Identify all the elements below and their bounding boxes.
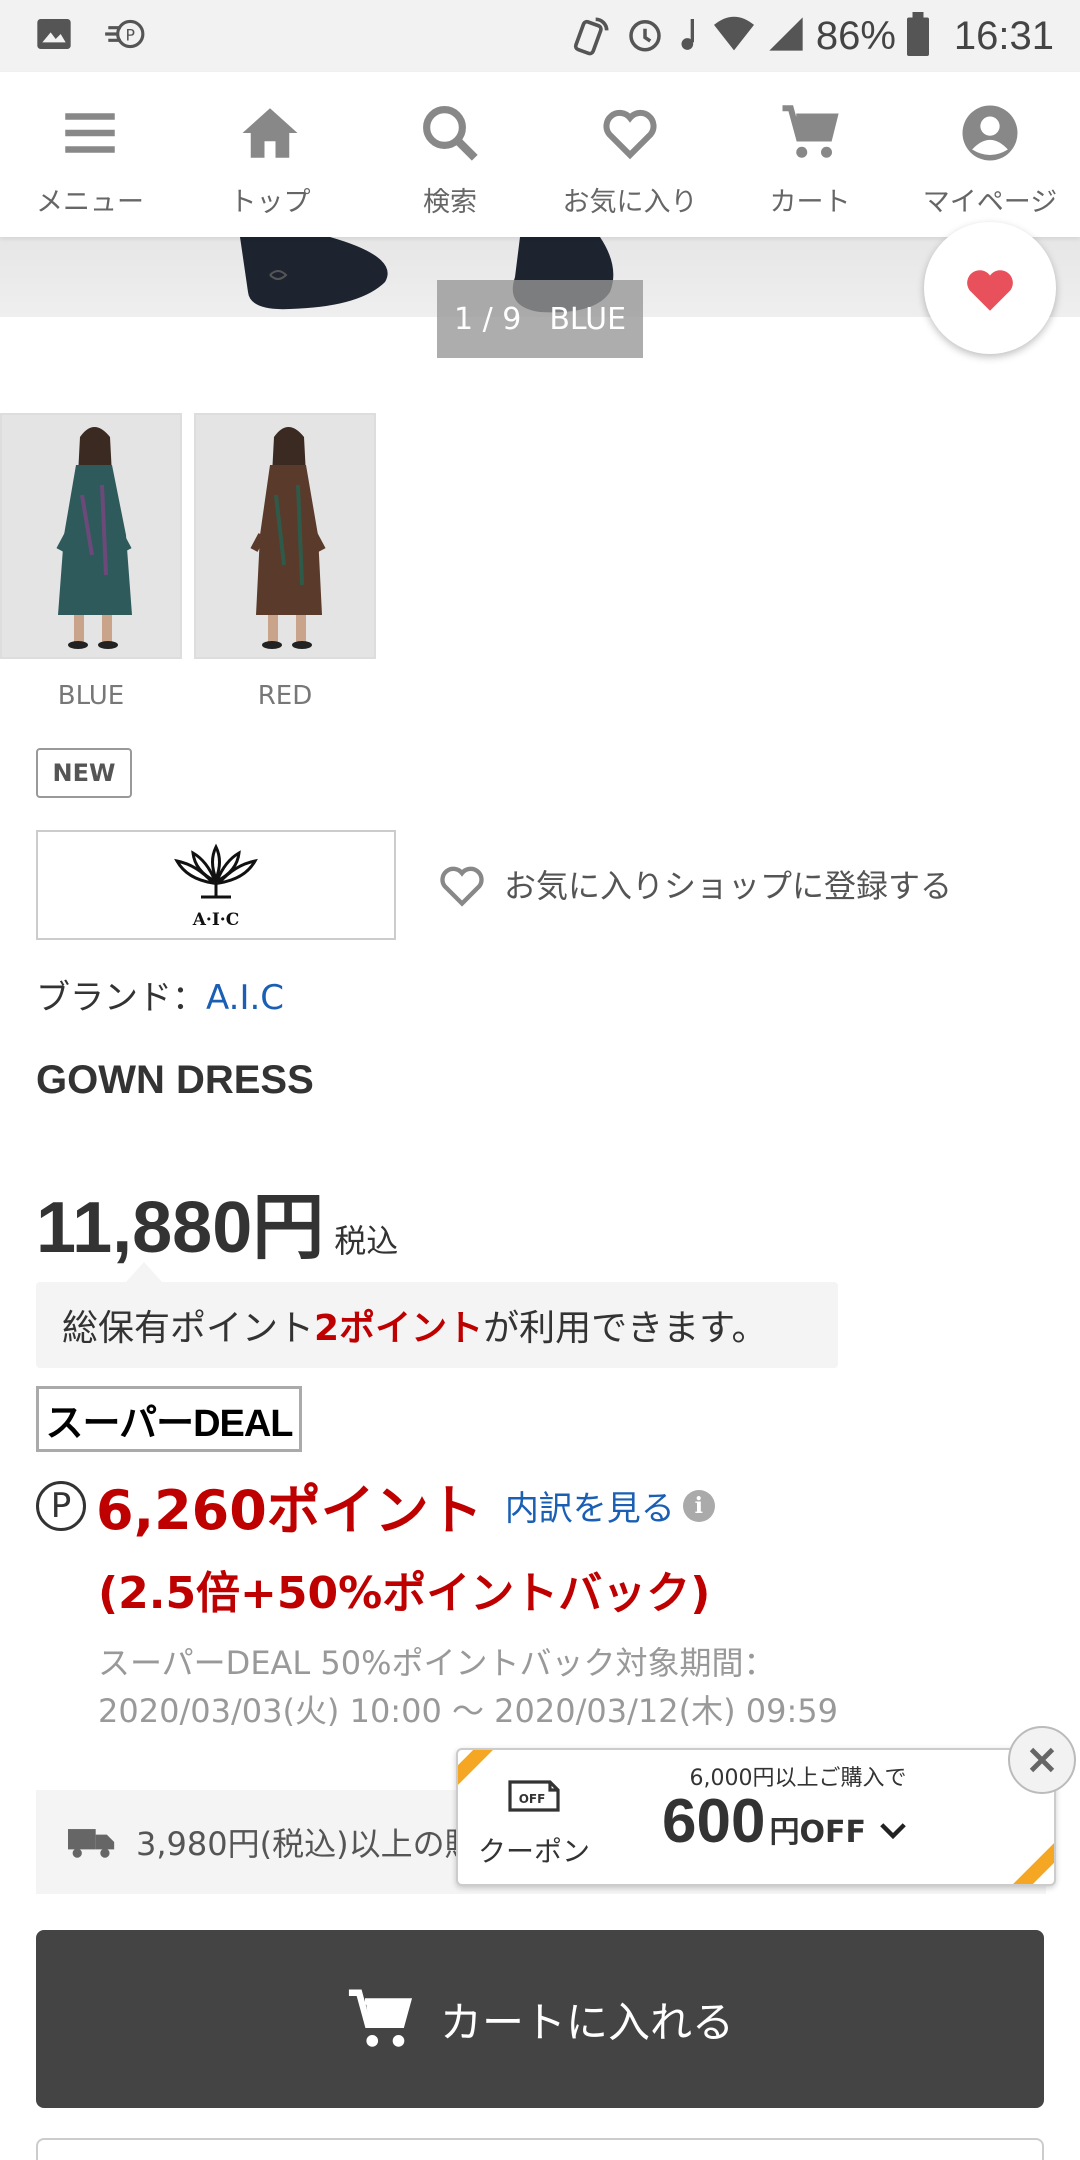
coupon-label: クーポン xyxy=(477,1835,590,1868)
coupon-amount-unit: 円OFF xyxy=(769,1815,866,1850)
nav-top-label: トップ xyxy=(229,187,311,218)
nav-mypage[interactable]: マイページ xyxy=(900,72,1080,237)
pager-color: BLUE xyxy=(549,301,627,337)
super-deal-badge: スーパーDEAL xyxy=(36,1386,302,1452)
menu-icon xyxy=(65,113,115,153)
gallery-icon xyxy=(34,14,74,58)
status-bar: P 86% 16:31 xyxy=(0,0,1080,72)
shipping-text: 3,980円(税込)以上の購 xyxy=(136,1825,477,1863)
nav-cart[interactable]: カート xyxy=(720,72,900,237)
price: 11,880円 税込 xyxy=(36,1168,398,1273)
product-title: GOWN DRESS xyxy=(36,1058,314,1102)
heart-icon xyxy=(603,109,657,160)
svg-text:OFF: OFF xyxy=(519,1792,546,1806)
chevron-down-icon[interactable] xyxy=(878,1820,908,1842)
thumbnail-blue[interactable]: BLUE xyxy=(0,413,182,711)
favorite-button[interactable] xyxy=(924,222,1056,354)
cart-icon xyxy=(782,105,839,158)
price-amount: 11,880円 xyxy=(36,1188,325,1268)
nav-cart-label: カート xyxy=(769,187,851,218)
favorite-shop-link[interactable]: お気に入りショップに登録する xyxy=(436,860,952,908)
thumbnail-label: RED xyxy=(257,681,313,711)
point-icon: P xyxy=(36,1480,86,1531)
nav-favorites-label: お気に入り xyxy=(562,187,698,218)
payment-icon: P xyxy=(102,14,146,58)
breakdown-label: 内訳を見る xyxy=(504,1489,675,1529)
next-section-button[interactable] xyxy=(36,2138,1044,2160)
svg-text:P: P xyxy=(126,25,135,44)
top-navigation: メニュー トップ 検索 お気に入り カート マイページ xyxy=(0,72,1080,237)
deal-period: スーパーDEAL 50%ポイントバック対象期間： 2020/03/03(火) 1… xyxy=(98,1639,838,1735)
deal-multiplier: (2.5倍+50%ポイントバック) xyxy=(98,1568,711,1619)
alarm-icon xyxy=(624,13,666,59)
thumbnail-image xyxy=(194,413,376,659)
coupon-stripe xyxy=(997,1828,1054,1884)
clock: 16:31 xyxy=(953,13,1054,58)
brand-line: ブランド：A.I.C xyxy=(36,970,284,1019)
deal-points-value: 6,260ポイント xyxy=(96,1479,483,1542)
battery-percent: 86% xyxy=(815,13,896,58)
nfc-icon xyxy=(570,10,614,62)
breakdown-link[interactable]: 内訳を見る i xyxy=(505,1481,715,1530)
coupon-close-button[interactable] xyxy=(1008,1726,1076,1794)
available-points-box: 総保有ポイント 2ポイント が利用できます。 xyxy=(36,1262,838,1368)
deal-period-dates: 2020/03/03(火) 10:00 〜 2020/03/12(木) 09:5… xyxy=(98,1692,838,1730)
coupon-amount: 600 円OFF xyxy=(662,1786,908,1857)
add-to-cart-label: カートに入れる xyxy=(439,1997,734,2047)
nav-favorites[interactable]: お気に入り xyxy=(540,72,720,237)
brand-link[interactable]: A.I.C xyxy=(206,978,284,1018)
thumbnail-label: BLUE xyxy=(57,681,125,711)
battery-icon xyxy=(906,12,930,60)
home-icon xyxy=(242,108,298,158)
pager-count: 1 / 9 xyxy=(453,301,522,337)
nav-top[interactable]: トップ xyxy=(180,72,360,237)
add-to-cart-button[interactable]: カートに入れる xyxy=(36,1930,1044,2108)
image-pager: 1 / 9 BLUE xyxy=(437,280,643,358)
wifi-icon xyxy=(712,14,756,58)
nav-mypage-label: マイページ xyxy=(922,187,1058,218)
truck-icon xyxy=(68,1829,115,1858)
cart-icon xyxy=(348,1989,413,2047)
heart-outline-icon xyxy=(440,866,484,907)
points-pre-text: 総保有ポイント xyxy=(62,1308,315,1349)
nav-menu[interactable]: メニュー xyxy=(0,72,180,237)
deal-points: P 6,260ポイント 内訳を見る i (2.5倍+50%ポイントバック) スー… xyxy=(36,1466,838,1735)
heart-filled-icon xyxy=(967,270,1013,311)
color-thumbnails: BLUE RED xyxy=(0,413,376,711)
brand-logo-text: A·I·C xyxy=(192,910,240,930)
favorite-shop-label: お気に入りショップに登録する xyxy=(504,867,953,905)
coupon-ticket-icon: OFF xyxy=(508,1780,560,1812)
price-tax-label: 税込 xyxy=(334,1222,399,1260)
close-icon xyxy=(1029,1747,1055,1773)
new-badge: NEW xyxy=(36,748,132,798)
coupon-banner[interactable]: OFF クーポン 6,000円以上ご購入で 600 円OFF xyxy=(456,1748,1056,1886)
thumbnail-red[interactable]: RED xyxy=(194,413,376,711)
brand-logo[interactable]: A·I·C xyxy=(36,830,396,940)
info-icon: i xyxy=(682,1489,715,1522)
nav-menu-label: メニュー xyxy=(36,187,144,218)
nav-search[interactable]: 検索 xyxy=(360,72,540,237)
nav-search-label: 検索 xyxy=(423,187,477,218)
thumbnail-image xyxy=(0,413,182,659)
signal-icon xyxy=(766,14,806,58)
brand-prefix: ブランド： xyxy=(36,978,206,1018)
search-icon xyxy=(423,106,478,161)
deal-period-label: スーパーDEAL 50%ポイントバック対象期間： xyxy=(98,1644,776,1682)
points-post-text: が利用できます。 xyxy=(483,1308,768,1349)
points-value: 2ポイント xyxy=(314,1308,484,1349)
music-icon xyxy=(676,14,702,58)
coupon-amount-value: 600 xyxy=(662,1787,766,1856)
account-icon xyxy=(962,105,1018,161)
coupon-left: OFF クーポン xyxy=(474,1776,594,1870)
